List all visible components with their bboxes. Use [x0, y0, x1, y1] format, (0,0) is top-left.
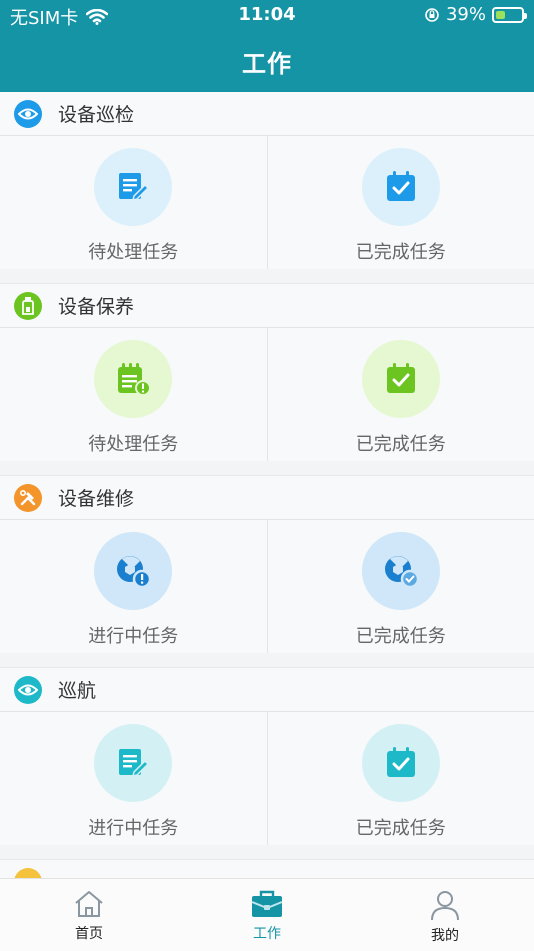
- section-header: 设备保养: [0, 284, 534, 328]
- section-title: 设备维修: [58, 484, 134, 511]
- wrench-alert-icon: [94, 532, 172, 610]
- eye-icon: [14, 100, 42, 128]
- card-label: 已完成任务: [356, 430, 446, 456]
- card-label: 待处理任务: [88, 430, 178, 456]
- card-completed-tasks[interactable]: 已完成任务: [267, 520, 534, 653]
- section-icon: [14, 868, 42, 879]
- top-bar: 无SIM卡 11:04 39% 工作: [0, 0, 534, 92]
- tab-bar: 首页 工作 我的: [0, 878, 534, 951]
- calendar-check-icon: [362, 148, 440, 226]
- edit-document-icon: [94, 724, 172, 802]
- card-pending-tasks[interactable]: 待处理任务: [0, 328, 267, 461]
- card-grid: 待处理任务 已完成任务: [0, 328, 534, 461]
- section-header: 巡航: [0, 668, 534, 712]
- briefcase-icon: [250, 889, 284, 919]
- battery-icon: [492, 7, 524, 23]
- card-completed-tasks[interactable]: 已完成任务: [267, 328, 534, 461]
- card-completed-tasks[interactable]: 已完成任务: [267, 136, 534, 269]
- card-label: 待处理任务: [88, 238, 178, 264]
- tab-home[interactable]: 首页: [0, 879, 178, 951]
- card-label: 进行中任务: [88, 814, 178, 840]
- eye-icon: [14, 676, 42, 704]
- bottle-icon: [14, 292, 42, 320]
- wrench-check-icon: [362, 532, 440, 610]
- section-repair: 设备维修 进行中任务 已完成任务: [0, 475, 534, 653]
- tab-label: 我的: [431, 925, 459, 945]
- card-in-progress-tasks[interactable]: 进行中任务: [0, 712, 267, 845]
- card-in-progress-tasks[interactable]: 进行中任务: [0, 520, 267, 653]
- page-title: 工作: [0, 44, 534, 79]
- section-cruise: 巡航 进行中任务 已完成任务: [0, 667, 534, 845]
- card-grid: 进行中任务 已完成任务: [0, 520, 534, 653]
- section-header: [0, 860, 534, 878]
- card-completed-tasks[interactable]: 已完成任务: [267, 712, 534, 845]
- card-label: 已完成任务: [356, 814, 446, 840]
- card-pending-tasks[interactable]: 待处理任务: [0, 136, 267, 269]
- section-maintenance: 设备保养 待处理任务 已完成任务: [0, 283, 534, 461]
- tools-icon: [14, 484, 42, 512]
- tab-label: 首页: [75, 923, 103, 943]
- tab-work[interactable]: 工作: [178, 879, 356, 951]
- status-bar: 无SIM卡 11:04 39%: [0, 0, 534, 30]
- section-header: 设备巡检: [0, 92, 534, 136]
- work-content: 设备巡检 待处理任务 已完成任务 设备保养: [0, 92, 534, 878]
- calendar-check-icon: [362, 340, 440, 418]
- battery-percent: 39%: [446, 4, 486, 25]
- calendar-check-icon: [362, 724, 440, 802]
- card-label: 已完成任务: [356, 622, 446, 648]
- tab-label: 工作: [253, 923, 281, 943]
- card-grid: 待处理任务 已完成任务: [0, 136, 534, 269]
- edit-document-icon: [94, 148, 172, 226]
- tab-mine[interactable]: 我的: [356, 879, 534, 951]
- card-grid: 进行中任务 已完成任务: [0, 712, 534, 845]
- card-label: 已完成任务: [356, 238, 446, 264]
- card-label: 进行中任务: [88, 622, 178, 648]
- user-icon: [430, 889, 460, 921]
- orientation-lock-icon: [424, 7, 440, 23]
- section-inspection: 设备巡检 待处理任务 已完成任务: [0, 92, 534, 269]
- notepad-alert-icon: [94, 340, 172, 418]
- section-next-partial: [0, 859, 534, 878]
- home-icon: [73, 889, 105, 919]
- section-header: 设备维修: [0, 476, 534, 520]
- section-title: 巡航: [58, 676, 96, 703]
- section-title: 设备保养: [58, 292, 134, 319]
- section-title: 设备巡检: [58, 100, 134, 127]
